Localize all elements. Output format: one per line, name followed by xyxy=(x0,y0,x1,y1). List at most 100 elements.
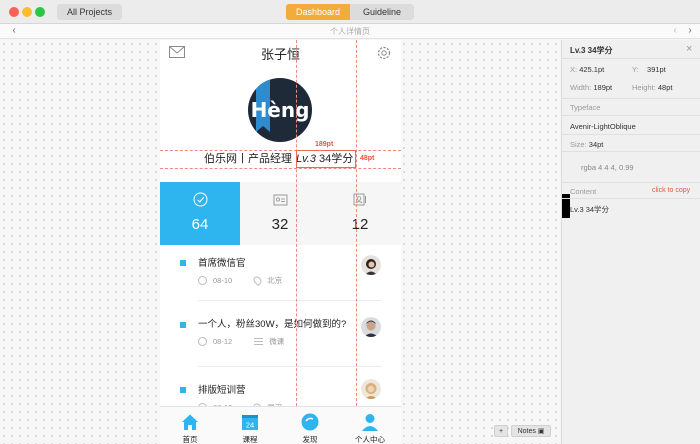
item-meta: 08-10 北京 xyxy=(198,274,283,287)
title-bar: All Projects Dashboard Guideline xyxy=(0,0,700,24)
home-icon xyxy=(182,414,198,430)
divider xyxy=(562,151,700,152)
size-field[interactable]: Size: 34pt xyxy=(570,140,603,149)
stat-tab-completed[interactable]: 64 xyxy=(160,182,240,245)
id-card-icon xyxy=(273,194,288,206)
calendar-badge: 24 xyxy=(246,421,254,430)
x-value: 425.1pt xyxy=(579,65,605,74)
divider xyxy=(562,198,700,199)
measure-guide-bottom xyxy=(160,168,401,169)
list-item[interactable]: 一个人，粉丝30W，是如何做到的? 08-12 微课 xyxy=(160,303,401,361)
artboard-nav-bar: ‹ 个人详情页 ‹ › xyxy=(0,24,700,39)
list-item[interactable]: 首席微信官 08-10 北京 xyxy=(160,245,401,303)
y-value: 391pt xyxy=(647,65,666,74)
blonde-avatar xyxy=(361,379,381,399)
all-projects-button[interactable]: All Projects xyxy=(57,4,122,20)
tab-home[interactable]: 首页 xyxy=(160,407,220,444)
click-to-copy-link[interactable]: click to copy xyxy=(652,187,690,194)
male-avatar xyxy=(361,317,381,337)
height-value: 48pt xyxy=(657,83,673,92)
divider xyxy=(562,115,700,116)
divider xyxy=(198,366,381,367)
check-circle-icon xyxy=(193,192,208,207)
tab-guideline[interactable]: Guideline xyxy=(350,4,414,20)
calendar-icon: 24 xyxy=(242,415,258,430)
close-icon[interactable]: × xyxy=(686,43,692,55)
tab-discover[interactable]: 发现 xyxy=(280,407,340,444)
stat-value: 32 xyxy=(271,216,289,233)
artboard-profile[interactable]: 张子恒 Hèng 伯乐网丨产品经理 Lv.3 34学分 64 32 12 首席微… xyxy=(160,40,401,444)
item-title: 首席微信官 xyxy=(198,258,246,269)
close-window-button[interactable] xyxy=(9,7,19,17)
item-type: 微课 xyxy=(269,337,285,346)
clock-icon xyxy=(198,276,207,285)
size-label: Size: xyxy=(570,140,587,149)
clock-icon xyxy=(198,337,207,346)
add-note-button[interactable]: + xyxy=(494,425,508,437)
content-value[interactable]: Lv.3 34学分 xyxy=(570,204,609,215)
typeface-value[interactable]: Avenir-LightOblique xyxy=(570,122,636,131)
color-value[interactable]: rgba 4 4 4, 0.99 xyxy=(581,163,634,172)
width-value: 189pt xyxy=(593,83,613,92)
item-meta: 08-12 微课 xyxy=(198,336,284,347)
next-artboard-icon[interactable]: › xyxy=(684,25,696,37)
measure-guide-right xyxy=(356,40,357,406)
female-avatar xyxy=(361,255,381,275)
x-field[interactable]: X: 425.1pt xyxy=(570,65,604,74)
avatar-logo-text: Hèng xyxy=(250,98,310,122)
content-heading: Content xyxy=(570,187,597,196)
avatar[interactable]: Hèng xyxy=(248,78,312,142)
profile-subtitle: 伯乐网丨产品经理 xyxy=(204,153,292,165)
typeface-heading: Typeface xyxy=(570,103,601,112)
width-label: Width: xyxy=(570,83,592,92)
notes-icon: ▣ xyxy=(537,428,545,435)
tab-label: 个人中心 xyxy=(355,435,385,444)
tab-label: 发现 xyxy=(302,435,318,444)
x-label: X: xyxy=(570,65,578,74)
tab-dashboard[interactable]: Dashboard xyxy=(286,4,350,20)
breadcrumb: 个人详情页 xyxy=(330,27,370,36)
item-title: 一个人，粉丝30W，是如何做到的? xyxy=(198,319,347,330)
selected-layer-outline[interactable] xyxy=(296,150,356,168)
notes-label: Notes xyxy=(517,428,536,435)
divider xyxy=(562,182,700,183)
tab-label: 课程 xyxy=(242,435,258,444)
y-label: Y: xyxy=(632,65,639,74)
minimize-window-button[interactable] xyxy=(22,7,32,17)
gear-icon[interactable] xyxy=(376,45,392,61)
width-measure-label: 189pt xyxy=(315,141,334,148)
divider xyxy=(562,58,700,59)
tab-courses[interactable]: 24 课程 xyxy=(220,407,280,444)
profile-header: 张子恒 xyxy=(160,40,401,66)
divider xyxy=(562,98,700,99)
item-date: 08-10 xyxy=(213,276,233,285)
user-icon xyxy=(362,414,378,431)
notes-button[interactable]: Notes ▣ xyxy=(511,425,551,437)
profile-name: 张子恒 xyxy=(260,47,300,62)
bullet-icon xyxy=(180,387,186,393)
prev-artboard-icon[interactable]: ‹ xyxy=(669,25,681,37)
size-value: 34pt xyxy=(588,140,604,149)
y-field[interactable]: Y: 391pt xyxy=(632,65,666,74)
tab-label: 首页 xyxy=(182,435,198,444)
discover-icon xyxy=(301,413,319,431)
height-field[interactable]: Height: 48pt xyxy=(632,83,672,92)
stat-tab-certificates[interactable]: 32 xyxy=(240,182,320,245)
zoom-window-button[interactable] xyxy=(35,7,45,17)
stat-value: 64 xyxy=(191,216,209,233)
measure-guide-top xyxy=(160,150,401,151)
bottom-tab-bar: 首页 24 课程 发现 个人中心 xyxy=(160,406,401,444)
tab-profile[interactable]: 个人中心 xyxy=(340,407,400,444)
measure-guide-left xyxy=(296,40,297,406)
item-location: 北京 xyxy=(267,276,283,285)
divider xyxy=(198,300,381,301)
height-label: Height: xyxy=(632,83,656,92)
item-date: 08-12 xyxy=(213,337,233,346)
stat-tab-contacts[interactable]: 12 xyxy=(320,182,400,245)
stat-value: 12 xyxy=(351,216,369,233)
width-field[interactable]: Width: 189pt xyxy=(570,83,612,92)
list-icon xyxy=(254,338,264,345)
height-measure-label: 48pt xyxy=(360,155,375,162)
inspector-panel: Lv.3 34学分 × X: 425.1pt Y: 391pt Width: 1… xyxy=(561,40,700,444)
location-pin-icon xyxy=(252,274,264,287)
